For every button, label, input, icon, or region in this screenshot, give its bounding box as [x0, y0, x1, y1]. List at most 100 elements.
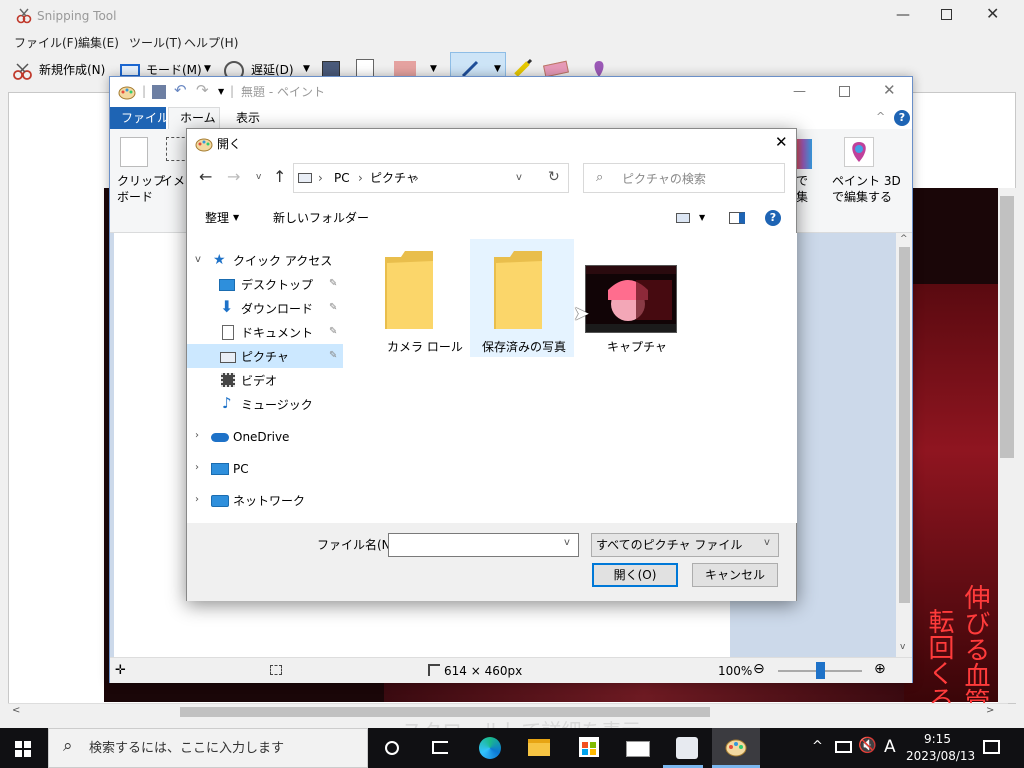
- preview-pane-icon[interactable]: [729, 212, 745, 224]
- mode-dropdown-icon[interactable]: ▼: [204, 65, 211, 74]
- file-item-camera-roll[interactable]: カメラ ロール: [359, 239, 463, 357]
- scroll-left-icon[interactable]: <: [12, 706, 20, 716]
- clipboard-icon[interactable]: [120, 137, 148, 167]
- filename-input[interactable]: [388, 533, 579, 557]
- nav-music[interactable]: ミュージック: [241, 399, 313, 411]
- task-view-icon[interactable]: [432, 741, 448, 754]
- zoom-out-button[interactable]: ⊖: [753, 662, 765, 676]
- redo-icon[interactable]: ↷: [196, 83, 209, 98]
- zoom-slider-thumb[interactable]: [816, 662, 825, 679]
- file-item-captures[interactable]: キャプチャ: [581, 239, 685, 357]
- hscroll-thumb[interactable]: [180, 707, 710, 717]
- filename-dropdown-icon[interactable]: v: [564, 538, 570, 548]
- ribbon-collapse-icon[interactable]: ^: [876, 111, 885, 122]
- paint-close-button[interactable]: ✕: [883, 83, 896, 98]
- window-title: Snipping Tool: [37, 9, 117, 23]
- ime-mode-indicator[interactable]: A: [884, 739, 896, 756]
- scroll-right-icon[interactable]: >: [986, 706, 994, 716]
- nav-onedrive[interactable]: OneDrive: [233, 431, 289, 443]
- search-box[interactable]: ⌕ ピクチャの検索: [583, 163, 785, 193]
- file-explorer-icon[interactable]: [528, 739, 550, 756]
- pen-dropdown-icon[interactable]: ▼: [494, 65, 501, 74]
- menu-help[interactable]: ヘルプ(H): [184, 34, 238, 51]
- eraser-icon[interactable]: [543, 60, 569, 78]
- open-button[interactable]: 開く(O): [592, 563, 678, 587]
- pin-icon[interactable]: ✎: [329, 327, 337, 337]
- start-button[interactable]: [15, 741, 31, 757]
- breadcrumb-pictures[interactable]: ピクチャ: [370, 172, 418, 184]
- address-bar[interactable]: › PC › ピクチャ › v: [293, 163, 569, 193]
- menu-file[interactable]: ファイル(F): [14, 34, 78, 51]
- cortana-icon[interactable]: [385, 741, 399, 755]
- view-dropdown-icon[interactable]: ▼: [699, 214, 705, 222]
- menu-tools[interactable]: ツール(T): [129, 34, 182, 51]
- network-tray-icon[interactable]: [835, 741, 852, 753]
- paint-scroll-up-icon[interactable]: ^: [900, 235, 908, 244]
- clock-time[interactable]: 9:15: [924, 733, 951, 745]
- maximize-button[interactable]: [941, 9, 952, 20]
- volume-muted-icon[interactable]: 🔇: [858, 738, 877, 753]
- qat-dropdown-icon[interactable]: ▼: [218, 88, 224, 96]
- organize-dropdown-icon[interactable]: ▼: [233, 214, 239, 222]
- store-icon[interactable]: [579, 737, 599, 757]
- file-type-dropdown-icon[interactable]: v: [764, 538, 770, 548]
- forward-button[interactable]: →: [227, 169, 240, 185]
- nav-videos[interactable]: ビデオ: [241, 375, 277, 387]
- file-item-saved-pictures[interactable]: 保存済みの写真: [470, 239, 574, 357]
- nav-pc[interactable]: PC: [233, 463, 249, 475]
- close-button[interactable]: ✕: [986, 6, 999, 22]
- back-button[interactable]: ←: [199, 169, 212, 185]
- nav-downloads[interactable]: ダウンロード: [241, 303, 313, 315]
- tray-overflow-icon[interactable]: ^: [812, 740, 823, 753]
- recent-dropdown-icon[interactable]: v: [256, 173, 261, 182]
- delay-button[interactable]: 遅延(D): [251, 64, 294, 76]
- onedrive-expand-icon[interactable]: ›: [195, 431, 199, 441]
- send-dropdown-icon[interactable]: ▼: [430, 65, 437, 74]
- undo-icon[interactable]: ↶: [174, 83, 187, 98]
- delay-dropdown-icon[interactable]: ▼: [303, 65, 310, 74]
- paint-minimize-button[interactable]: —: [793, 85, 806, 98]
- help-icon[interactable]: ?: [894, 110, 910, 126]
- paint3d-edit-icon[interactable]: [844, 137, 874, 167]
- paint-maximize-button[interactable]: [839, 86, 850, 97]
- save-quick-icon[interactable]: [152, 85, 166, 99]
- mode-button[interactable]: モード(M): [146, 64, 202, 76]
- snipping-tool-taskbar-icon[interactable]: [676, 737, 698, 759]
- quick-access-expand-icon[interactable]: v: [195, 255, 201, 265]
- new-snip-button[interactable]: 新規作成(N): [39, 64, 105, 76]
- paint-scroll-down-icon[interactable]: v: [900, 643, 905, 652]
- minimize-button[interactable]: —: [896, 8, 910, 22]
- new-folder-button[interactable]: 新しいフォルダー: [273, 212, 369, 224]
- address-dropdown-icon[interactable]: v: [516, 173, 522, 183]
- view-options-icon[interactable]: [676, 213, 690, 223]
- pin-icon[interactable]: ✎: [329, 351, 337, 361]
- mail-icon[interactable]: [626, 741, 650, 757]
- nav-quick-access[interactable]: クイック アクセス: [233, 255, 332, 267]
- breadcrumb-pc[interactable]: PC: [334, 172, 350, 184]
- nav-documents[interactable]: ドキュメント: [241, 327, 313, 339]
- send-icon[interactable]: [394, 61, 416, 77]
- organize-button[interactable]: 整理: [205, 212, 229, 224]
- cancel-button[interactable]: キャンセル: [692, 563, 778, 587]
- nav-network[interactable]: ネットワーク: [233, 495, 305, 507]
- refresh-button[interactable]: ↻: [539, 163, 569, 193]
- dialog-help-icon[interactable]: ?: [765, 210, 781, 226]
- menu-edit[interactable]: 編集(E): [78, 34, 119, 51]
- dialog-close-button[interactable]: ✕: [775, 135, 788, 150]
- paint-vscroll-thumb[interactable]: [899, 247, 910, 603]
- snip-vertical-scrollbar[interactable]: [998, 188, 1016, 703]
- taskbar-search-box[interactable]: ⌕ 検索するには、ここに入力します: [48, 728, 368, 768]
- network-expand-icon[interactable]: ›: [195, 495, 199, 505]
- notification-icon[interactable]: [983, 740, 1000, 754]
- zoom-in-button[interactable]: ⊕: [874, 662, 886, 676]
- nav-desktop[interactable]: デスクトップ: [241, 279, 313, 291]
- clock-date[interactable]: 2023/08/13: [906, 750, 975, 762]
- pin-icon[interactable]: ✎: [329, 303, 337, 313]
- pin-icon[interactable]: ✎: [329, 279, 337, 289]
- tab-view-label[interactable]: 表示: [236, 112, 260, 124]
- nav-pictures[interactable]: ピクチャ: [241, 351, 289, 363]
- up-button[interactable]: ↑: [273, 169, 286, 185]
- pc-expand-icon[interactable]: ›: [195, 463, 199, 473]
- edge-icon[interactable]: [479, 737, 501, 759]
- snip-horizontal-scrollbar[interactable]: < >: [8, 703, 1008, 720]
